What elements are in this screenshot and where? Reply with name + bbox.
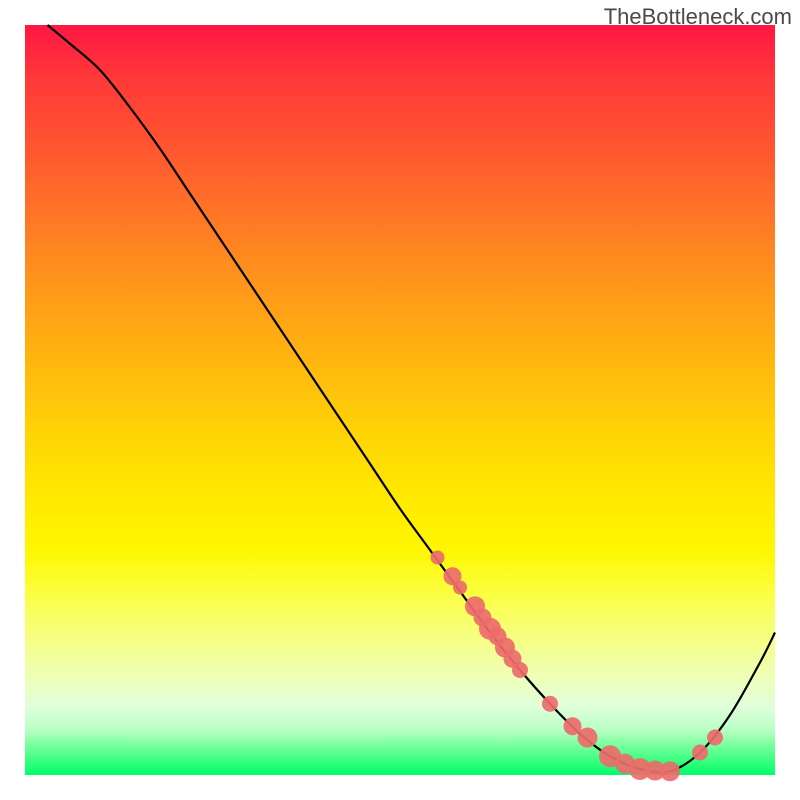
marker-point [707, 730, 723, 746]
plot-area [25, 25, 775, 775]
marker-point [431, 551, 445, 565]
marker-point [692, 745, 708, 761]
curve-layer [25, 25, 775, 775]
bottleneck-curve [48, 25, 776, 772]
markers-group [431, 551, 724, 782]
marker-point [453, 581, 467, 595]
marker-point [542, 696, 558, 712]
marker-point [564, 717, 582, 735]
marker-point [578, 728, 598, 748]
marker-point [660, 761, 680, 781]
marker-point [512, 662, 528, 678]
chart-container: TheBottleneck.com [0, 0, 800, 800]
watermark-text: TheBottleneck.com [604, 4, 792, 30]
